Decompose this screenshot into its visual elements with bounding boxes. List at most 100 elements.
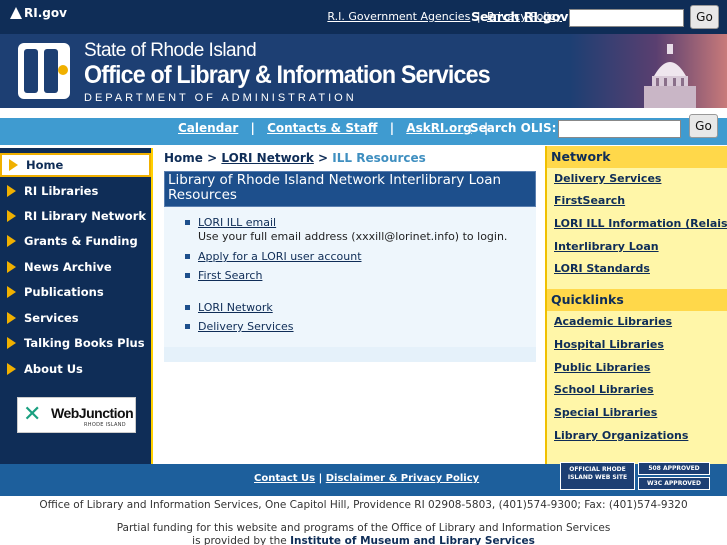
- breadcrumb: Home > LORI Network > ILL Resources: [164, 151, 426, 165]
- arrow-right-icon: [7, 363, 16, 375]
- search-olis-label: Search OLIS:: [470, 121, 557, 135]
- footer-badges: OFFICIAL RHODE ISLAND WEB SITE 508 APPRO…: [560, 462, 710, 492]
- sidebar-item-label: Talking Books Plus: [24, 336, 145, 350]
- breadcrumb-lori-network-link[interactable]: LORI Network: [221, 151, 313, 165]
- olis-logo-dot: [58, 65, 68, 75]
- contact-us-link[interactable]: Contact Us: [254, 473, 315, 484]
- quicklink-special-libraries[interactable]: Special Libraries: [554, 406, 657, 419]
- bullet-icon: [185, 254, 190, 259]
- bullet-icon: [185, 324, 190, 329]
- webjunction-logo-subtext: RHODE ISLAND: [84, 422, 126, 428]
- sidebar-item-label: RI Libraries: [24, 184, 99, 198]
- content-list: LORI ILL email Use your full email addre…: [164, 207, 536, 347]
- imls-link[interactable]: Institute of Museum and Library Services: [290, 535, 535, 545]
- sidebar-item-label: RI Library Network: [24, 209, 147, 223]
- lori-network-link[interactable]: LORI Network: [198, 301, 273, 314]
- sidebar-item-label: About Us: [24, 362, 83, 376]
- banner-department: DEPARTMENT OF ADMINISTRATION: [84, 92, 357, 104]
- top-bar: RI.gov R.I. Government Agencies | Privac…: [0, 0, 727, 34]
- breadcrumb-separator: >: [207, 151, 218, 165]
- bullet-icon: [185, 305, 190, 310]
- funding-note-line2: is provided by the Institute of Museum a…: [0, 535, 727, 545]
- sidebar-item-ri-libraries[interactable]: RI Libraries: [0, 179, 151, 203]
- bullet-icon: [185, 220, 190, 225]
- funding-note-line1: Partial funding for this website and pro…: [116, 522, 611, 534]
- page-title-box: Library of Rhode Island Network Interlib…: [164, 171, 536, 207]
- breadcrumb-home: Home: [164, 151, 203, 165]
- sidebar-item-label: Grants & Funding: [24, 234, 138, 248]
- sidebar-item-label: Services: [24, 311, 79, 325]
- webjunction-logo-text: WebJunction: [51, 405, 134, 421]
- disclaimer-privacy-link[interactable]: Disclaimer & Privacy Policy: [326, 473, 479, 484]
- page-title: Library of Rhode Island Network Interlib…: [168, 172, 502, 203]
- footer-separator: |: [318, 473, 323, 484]
- left-sidebar: Home RI Libraries RI Library Network Gra…: [0, 148, 153, 464]
- official-ri-website-badge[interactable]: OFFICIAL RHODE ISLAND WEB SITE: [560, 462, 635, 490]
- arrow-right-icon: [7, 312, 16, 324]
- quicklink-school-libraries[interactable]: School Libraries: [554, 383, 654, 396]
- olis-logo[interactable]: [18, 43, 70, 99]
- arrow-right-icon: [7, 235, 16, 247]
- network-link-firstsearch[interactable]: FirstSearch: [554, 194, 625, 207]
- w3c-approved-badge[interactable]: W3C APPROVED: [638, 477, 710, 490]
- nav-links: Calendar | Contacts & Staff | AskRI.org …: [178, 121, 496, 135]
- webjunction-x-icon: ✕: [23, 402, 42, 427]
- breadcrumb-separator: >: [318, 151, 329, 165]
- quicklink-academic-libraries[interactable]: Academic Libraries: [554, 315, 672, 328]
- bullet-icon: [185, 273, 190, 278]
- network-heading: Network: [547, 146, 727, 168]
- sidebar-item-home[interactable]: Home: [0, 153, 151, 177]
- funding-note-prefix: is provided by the: [192, 535, 287, 545]
- ri-government-agencies-link[interactable]: R.I. Government Agencies: [327, 10, 470, 23]
- sidebar-item-services[interactable]: Services: [0, 306, 151, 330]
- rigov-logo-text: RI.gov: [24, 6, 67, 20]
- search-rigov-go-button[interactable]: Go: [690, 5, 719, 29]
- arrow-right-icon: [7, 185, 16, 197]
- apply-lori-account-link[interactable]: Apply for a LORI user account: [198, 250, 362, 263]
- arrow-right-icon: [7, 286, 16, 298]
- rigov-logo[interactable]: RI.gov: [10, 6, 67, 20]
- quicklink-hospital-libraries[interactable]: Hospital Libraries: [554, 338, 664, 351]
- 508-approved-badge[interactable]: 508 APPROVED: [638, 462, 710, 475]
- footer-links: Contact Us | Disclaimer & Privacy Policy: [254, 473, 479, 484]
- sidebar-item-label: Home: [26, 158, 64, 172]
- delivery-services-link[interactable]: Delivery Services: [198, 320, 294, 333]
- network-link-lori-ill-information[interactable]: LORI ILL Information (Relais): [554, 217, 727, 230]
- quicklink-public-libraries[interactable]: Public Libraries: [554, 361, 650, 374]
- nav-separator: |: [250, 121, 255, 135]
- sidebar-item-talking-books-plus[interactable]: Talking Books Plus: [0, 331, 151, 355]
- arrow-right-icon: [7, 261, 16, 273]
- first-search-link[interactable]: First Search: [198, 269, 262, 282]
- sidebar-item-ri-library-network[interactable]: RI Library Network: [0, 204, 151, 228]
- search-rigov-label: Search RI.gov:: [471, 9, 574, 24]
- quicklinks-heading: Quicklinks: [547, 289, 727, 311]
- olis-logo-bar-left: [24, 49, 38, 93]
- nav-askri-link[interactable]: AskRI.org: [406, 121, 471, 135]
- banner-office-name: Office of Library & Information Services: [84, 61, 491, 89]
- right-sidebar: Network Delivery Services FirstSearch LO…: [545, 146, 727, 464]
- nav-separator: |: [389, 121, 395, 135]
- sidebar-item-publications[interactable]: Publications: [0, 280, 151, 304]
- sidebar-item-label: News Archive: [24, 260, 112, 274]
- sidebar-item-news-archive[interactable]: News Archive: [0, 255, 151, 279]
- search-rigov-input[interactable]: [569, 9, 684, 27]
- breadcrumb-current: ILL Resources: [332, 151, 426, 165]
- network-link-interlibrary-loan[interactable]: Interlibrary Loan: [554, 240, 659, 253]
- network-link-delivery-services[interactable]: Delivery Services: [554, 172, 661, 185]
- nav-contacts-staff-link[interactable]: Contacts & Staff: [267, 121, 377, 135]
- content-box: LORI ILL email Use your full email addre…: [164, 207, 536, 362]
- rigov-triangle-icon: [10, 7, 22, 19]
- nav-calendar-link[interactable]: Calendar: [178, 121, 238, 135]
- webjunction-logo[interactable]: ✕ WebJunction RHODE ISLAND: [17, 397, 136, 433]
- network-link-lori-standards[interactable]: LORI Standards: [554, 262, 650, 275]
- search-olis-go-button[interactable]: Go: [689, 114, 718, 138]
- sidebar-item-label: Publications: [24, 285, 104, 299]
- sidebar-item-about-us[interactable]: About Us: [0, 357, 151, 381]
- lori-ill-email-link[interactable]: LORI ILL email: [198, 216, 276, 229]
- arrow-right-icon: [7, 337, 16, 349]
- arrow-right-icon: [9, 159, 18, 171]
- sidebar-item-grants-funding[interactable]: Grants & Funding: [0, 229, 151, 253]
- search-olis-input[interactable]: [558, 120, 681, 138]
- quicklink-library-organizations[interactable]: Library Organizations: [554, 429, 688, 442]
- banner-state-name: State of Rhode Island: [84, 40, 257, 61]
